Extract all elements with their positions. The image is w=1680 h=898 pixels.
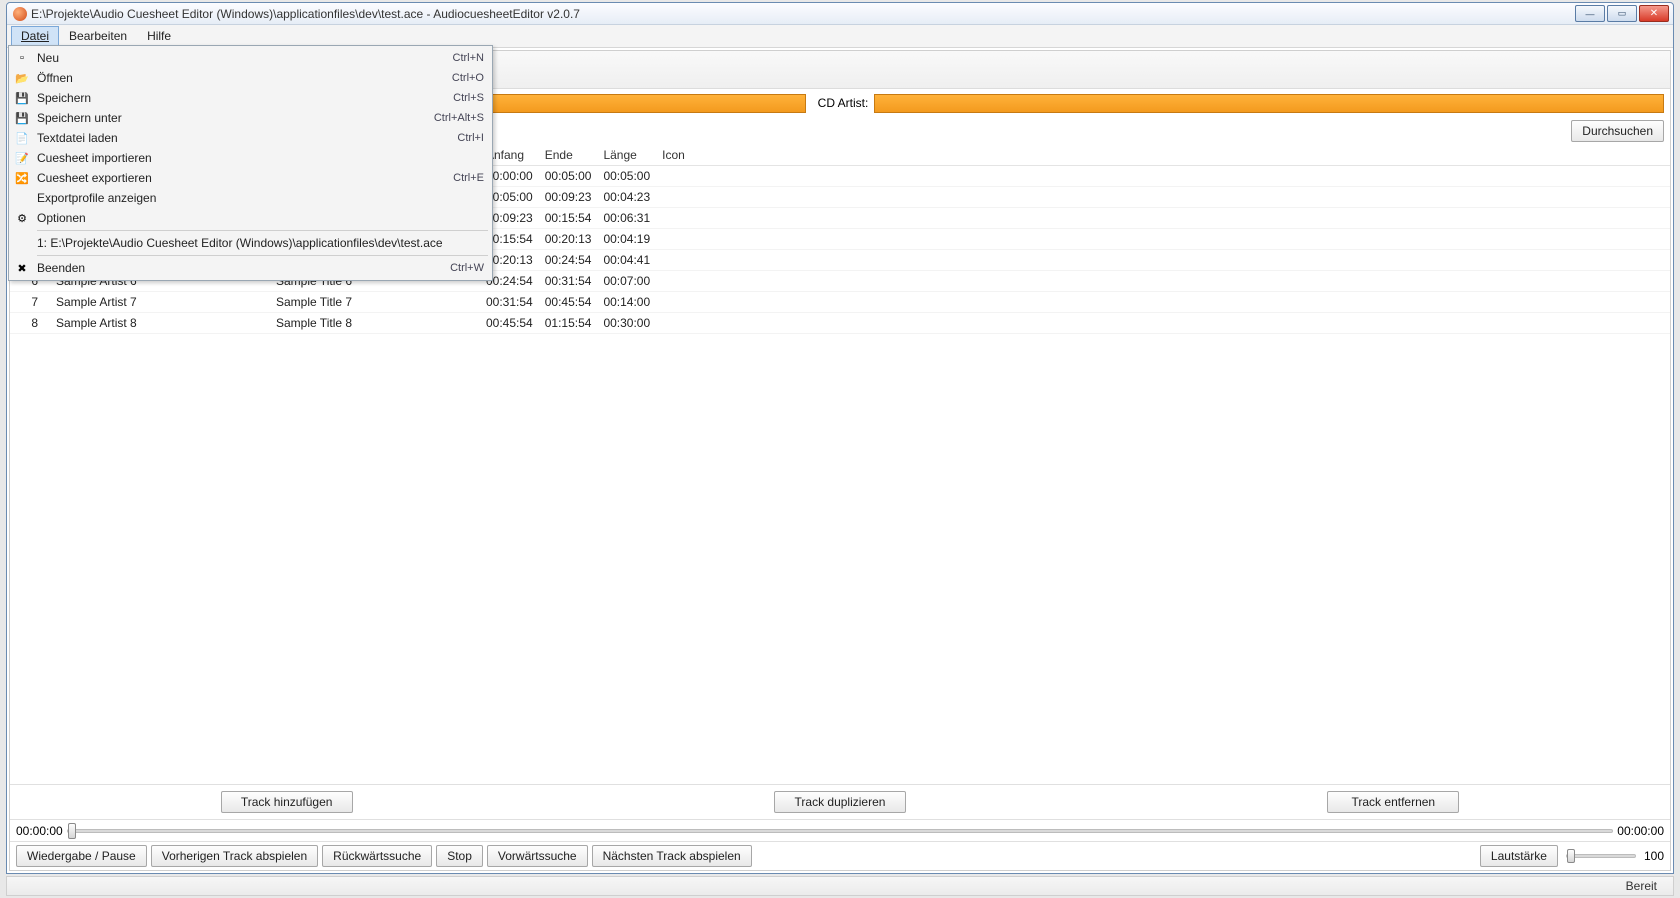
status-text: Bereit: [1626, 879, 1657, 893]
cell-num: 8: [10, 313, 50, 334]
table-row[interactable]: 8Sample Artist 8Sample Title 800:45:5401…: [10, 313, 1670, 334]
col-ende[interactable]: Ende: [539, 145, 598, 166]
prev-track-button[interactable]: Vorherigen Track abspielen: [151, 845, 318, 867]
menu-textdatei-laden[interactable]: 📄 Textdatei laden Ctrl+I: [11, 128, 490, 148]
cell-len: 00:06:31: [597, 208, 656, 229]
exit-icon: ✖: [13, 260, 31, 276]
add-track-button[interactable]: Track hinzufügen: [221, 791, 353, 813]
cell-title: Sample Title 7: [270, 292, 480, 313]
position-thumb[interactable]: [68, 823, 76, 839]
cell-artist: Sample Artist 8: [50, 313, 270, 334]
menu-cuesheet-importieren[interactable]: 📝 Cuesheet importieren: [11, 148, 490, 168]
menu-cuesheet-exportieren[interactable]: 🔀 Cuesheet exportieren Ctrl+E: [11, 168, 490, 188]
maximize-button[interactable]: ▭: [1607, 5, 1637, 22]
cell-icon: [656, 292, 716, 313]
cell-len: 00:14:00: [597, 292, 656, 313]
window-title: E:\Projekte\Audio Cuesheet Editor (Windo…: [31, 7, 580, 21]
player-row: 00:00:00 00:00:00: [10, 819, 1670, 841]
cell-end: 00:15:54: [539, 208, 598, 229]
options-icon: ⚙: [13, 210, 31, 226]
new-file-icon: ▫: [13, 50, 31, 66]
col-icon[interactable]: Icon: [656, 145, 716, 166]
menu-oeffnen[interactable]: 📂 Öffnen Ctrl+O: [11, 68, 490, 88]
cell-end: 00:09:23: [539, 187, 598, 208]
menu-speichern[interactable]: 💾 Speichern Ctrl+S: [11, 88, 490, 108]
cell-end: 00:20:13: [539, 229, 598, 250]
cell-start: 00:45:54: [480, 313, 539, 334]
datei-dropdown: ▫ Neu Ctrl+N 📂 Öffnen Ctrl+O 💾 Speichern…: [8, 45, 493, 281]
player-pos-left: 00:00:00: [16, 824, 63, 838]
import-icon: 📝: [13, 150, 31, 166]
menu-separator: [37, 255, 488, 256]
cell-end: 00:45:54: [539, 292, 598, 313]
volume-thumb[interactable]: [1567, 849, 1575, 863]
cell-icon: [656, 250, 716, 271]
close-button[interactable]: ✕: [1639, 5, 1669, 22]
cell-len: 00:07:00: [597, 271, 656, 292]
cell-num: 7: [10, 292, 50, 313]
minimize-button[interactable]: —: [1575, 5, 1605, 22]
cd-artist-input[interactable]: [874, 94, 1664, 113]
player-pos-right: 00:00:00: [1617, 824, 1664, 838]
menu-separator: [37, 230, 488, 231]
next-track-button[interactable]: Nächsten Track abspielen: [592, 845, 752, 867]
table-row[interactable]: 7Sample Artist 7Sample Title 700:31:5400…: [10, 292, 1670, 313]
rewind-button[interactable]: Rückwärtssuche: [322, 845, 432, 867]
save-icon: 💾: [13, 90, 31, 106]
text-file-icon: 📄: [13, 130, 31, 146]
duplicate-track-button[interactable]: Track duplizieren: [774, 791, 906, 813]
track-actions-row: Track hinzufügen Track duplizieren Track…: [10, 784, 1670, 819]
cell-end: 00:31:54: [539, 271, 598, 292]
cell-icon: [656, 166, 716, 187]
remove-track-button[interactable]: Track entfernen: [1327, 791, 1459, 813]
menu-exportprofile[interactable]: Exportprofile anzeigen: [11, 188, 490, 208]
export-icon: 🔀: [13, 170, 31, 186]
cell-title: Sample Title 8: [270, 313, 480, 334]
titlebar: E:\Projekte\Audio Cuesheet Editor (Windo…: [7, 3, 1673, 25]
play-pause-button[interactable]: Wiedergabe / Pause: [16, 845, 147, 867]
menu-beenden[interactable]: ✖ Beenden Ctrl+W: [11, 258, 490, 278]
menu-hilfe[interactable]: Hilfe: [137, 26, 181, 46]
cd-artist-label: CD Artist:: [818, 96, 869, 110]
stop-button[interactable]: Stop: [436, 845, 483, 867]
cell-len: 00:05:00: [597, 166, 656, 187]
cell-icon: [656, 187, 716, 208]
menu-datei[interactable]: Datei: [11, 26, 59, 46]
menu-neu[interactable]: ▫ Neu Ctrl+N: [11, 48, 490, 68]
cell-artist: Sample Artist 7: [50, 292, 270, 313]
cell-end: 00:05:00: [539, 166, 598, 187]
forward-button[interactable]: Vorwärtssuche: [487, 845, 588, 867]
cell-start: 00:31:54: [480, 292, 539, 313]
app-icon: [13, 7, 27, 21]
browse-button[interactable]: Durchsuchen: [1571, 120, 1664, 142]
col-laenge[interactable]: Länge: [597, 145, 656, 166]
save-as-icon: 💾: [13, 110, 31, 126]
transport-row: Wiedergabe / Pause Vorherigen Track absp…: [10, 841, 1670, 870]
cell-end: 00:24:54: [539, 250, 598, 271]
cell-len: 00:04:23: [597, 187, 656, 208]
cell-len: 00:30:00: [597, 313, 656, 334]
statusbar: Bereit: [6, 876, 1674, 896]
cell-icon: [656, 313, 716, 334]
menu-speichern-unter[interactable]: 💾 Speichern unter Ctrl+Alt+S: [11, 108, 490, 128]
cell-len: 00:04:19: [597, 229, 656, 250]
blank-icon: [13, 235, 31, 251]
volume-value: 100: [1644, 849, 1664, 863]
menu-optionen[interactable]: ⚙ Optionen: [11, 208, 490, 228]
cell-icon: [656, 271, 716, 292]
cell-icon: [656, 229, 716, 250]
volume-slider[interactable]: [1566, 854, 1636, 858]
cell-end: 01:15:54: [539, 313, 598, 334]
menu-recent-1[interactable]: 1: E:\Projekte\Audio Cuesheet Editor (Wi…: [11, 233, 490, 253]
volume-button[interactable]: Lautstärke: [1480, 845, 1558, 867]
menu-bearbeiten[interactable]: Bearbeiten: [59, 26, 137, 46]
cell-len: 00:04:41: [597, 250, 656, 271]
open-folder-icon: 📂: [13, 70, 31, 86]
cell-icon: [656, 208, 716, 229]
blank-icon: [13, 190, 31, 206]
position-slider[interactable]: [67, 829, 1614, 833]
